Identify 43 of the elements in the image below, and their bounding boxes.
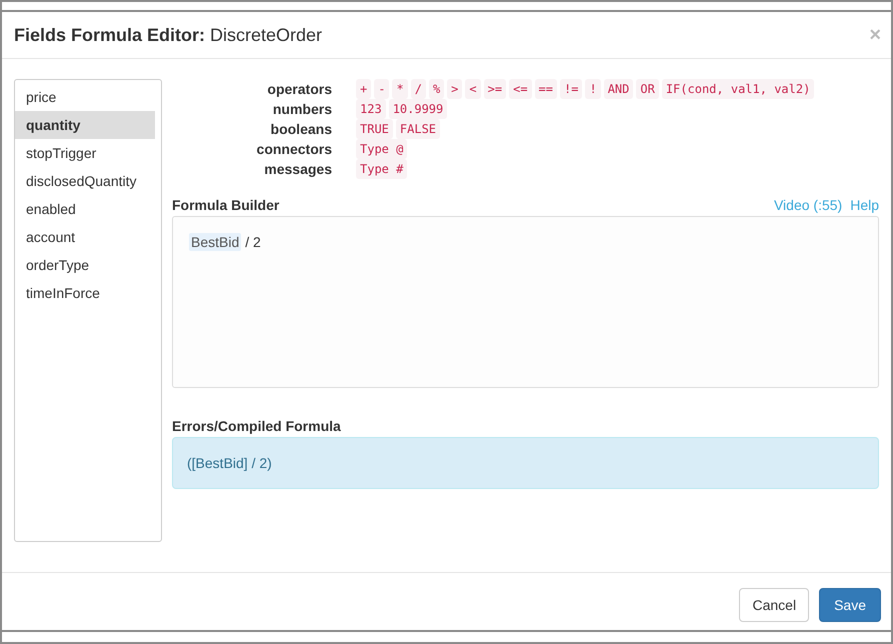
reference-label: booleans [270,120,332,139]
code-token: / [410,79,426,99]
code-token: <= [509,79,532,99]
code-token: Type # [356,159,408,179]
field-list-item[interactable]: account [15,223,155,251]
compiled-formula: ([BestBid] / 2) [172,437,879,489]
field-list-item[interactable]: quantity [15,111,155,139]
reference-label: numbers [272,100,332,119]
code-token: 10.9999 [388,99,448,119]
field-token: BestBid [189,233,242,251]
cancel-button[interactable]: Cancel [739,588,810,622]
code-token: != [560,79,582,99]
code-token: OR [636,79,659,99]
code-token: >= [484,79,506,99]
code-token: FALSE [396,119,440,139]
field-list-item[interactable]: price [15,83,155,111]
section-title: Errors/Compiled Formula [172,418,341,434]
code-token: IF(cond, val1, val2) [662,79,814,99]
code-token: ! [585,79,601,99]
code-token: TRUE [356,119,393,139]
reference-label: connectors [256,140,332,159]
code-token: AND [604,79,634,99]
code-token: + [356,79,372,99]
field-list-item[interactable]: disclosedQuantity [15,167,155,195]
reference-label: messages [263,160,332,179]
code-token: * [392,79,408,99]
field-list-item[interactable]: stopTrigger [15,139,155,167]
save-button[interactable]: Save [819,588,881,622]
code-token: == [534,79,557,99]
formula-text: / 2 [245,233,261,251]
section-title: Formula Builder [172,197,280,213]
field-list-item[interactable]: timeInForce [15,279,155,307]
code-token: % [428,79,444,99]
code-token: Type @ [356,139,408,159]
code-token: > [447,79,462,99]
field-list-item[interactable]: enabled [15,195,155,223]
reference-label: operators [266,80,332,99]
code-token: 123 [356,99,386,119]
code-token: - [374,79,390,99]
field-list-item[interactable]: orderType [15,251,155,279]
formula-editor[interactable]: BestBid / 2 [172,216,879,388]
code-token: < [465,79,481,99]
dialog-title: Fields Formula Editor: DiscreteOrder [14,24,322,46]
